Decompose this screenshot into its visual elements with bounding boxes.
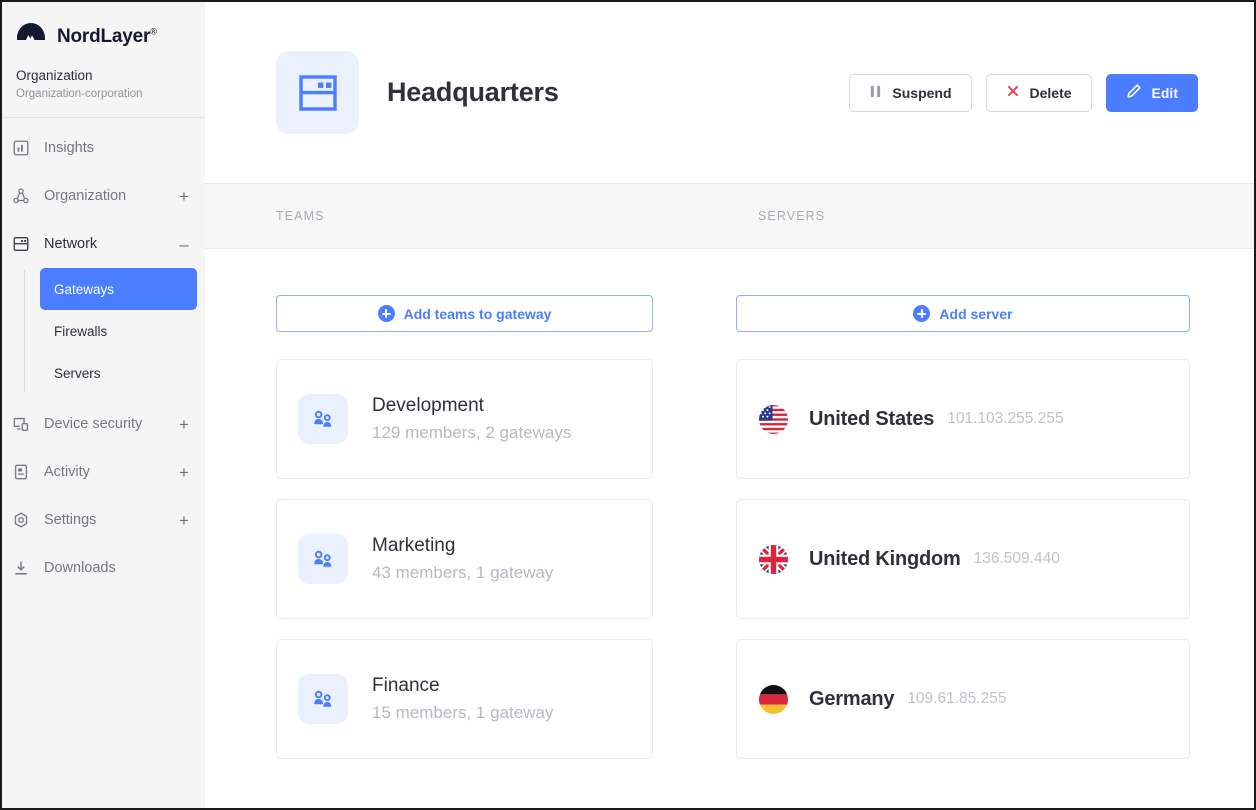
team-name: Marketing (372, 534, 456, 556)
sidebar-toggle[interactable]: + (177, 464, 191, 481)
server-ip: 109.61.85.255 (907, 690, 1007, 707)
teams-column-header: TEAMS (276, 209, 325, 223)
network-submenu: Gateways Firewalls Servers (24, 268, 205, 394)
server-card[interactable]: United Kingdom 136.509.440 (736, 499, 1190, 619)
header-actions: Suspend Delete Edit (849, 73, 1198, 112)
add-server-button[interactable]: Add server (736, 295, 1190, 332)
teams-column: Add teams to gateway Development 129 mem… (205, 295, 687, 808)
edit-button[interactable]: Edit (1105, 73, 1198, 112)
sidebar-toggle[interactable]: – (177, 236, 191, 253)
sidebar-item-network[interactable]: Network – (2, 220, 205, 268)
organization-title: Organization (16, 68, 93, 83)
sidebar-item-firewalls[interactable]: Firewalls (40, 310, 197, 352)
registered-mark: ® (150, 26, 157, 37)
sidebar-item-organization[interactable]: Organization + (2, 172, 205, 220)
add-teams-to-gateway-button[interactable]: Add teams to gateway (276, 295, 653, 332)
sidebar-item-label: Network (44, 236, 98, 252)
settings-gear-icon (11, 510, 31, 530)
sidebar-item-label: Settings (44, 512, 97, 528)
activity-document-icon (11, 462, 31, 482)
plus-circle-icon (913, 305, 931, 322)
sidebar: NordLayer® Organization Organization-cor… (2, 2, 205, 808)
organization-block[interactable]: Organization Organization-corporation (2, 54, 205, 103)
add-server-button-label: Add server (939, 305, 1013, 322)
servers-column-header: SERVERS (758, 209, 826, 223)
team-name: Finance (372, 674, 440, 696)
sidebar-item-gateways[interactable]: Gateways (40, 268, 197, 310)
sidebar-item-servers[interactable]: Servers (40, 352, 197, 394)
content-area: Add teams to gateway Development 129 mem… (205, 249, 1254, 808)
page-header: Headquarters Suspend Delete Edit (205, 2, 1254, 184)
team-people-icon (298, 534, 348, 584)
sidebar-toggle[interactable]: + (177, 512, 191, 529)
sidebar-subitem-label: Servers (54, 365, 101, 381)
team-card-text: Finance 15 members, 1 gateway (372, 673, 553, 726)
server-name: Germany (809, 687, 895, 710)
server-ip: 136.509.440 (973, 550, 1060, 567)
servers-column: Add server United States 101.103.255.255… (687, 295, 1254, 808)
column-header-band: TEAMS SERVERS (205, 184, 1254, 249)
flag-germany-icon (758, 684, 789, 715)
downloads-arrow-icon (11, 558, 31, 578)
team-card-text: Development 129 members, 2 gateways (372, 393, 571, 446)
team-meta: 15 members, 1 gateway (372, 702, 554, 722)
sidebar-item-label: Activity (44, 464, 90, 480)
sidebar-item-label: Downloads (44, 560, 116, 576)
team-meta: 43 members, 1 gateway (372, 562, 554, 582)
sidebar-toggle[interactable]: + (177, 188, 191, 205)
team-people-icon (298, 674, 348, 724)
team-card-text: Marketing 43 members, 1 gateway (372, 533, 553, 586)
pencil-icon (1126, 83, 1142, 102)
insights-chart-icon (11, 138, 31, 158)
flag-united-kingdom-icon (758, 544, 789, 575)
sidebar-nav: Insights Organization + Network – Gatewa… (2, 118, 205, 592)
delete-button[interactable]: Delete (985, 73, 1092, 112)
brand-header[interactable]: NordLayer® (2, 2, 205, 54)
team-card[interactable]: Finance 15 members, 1 gateway (276, 639, 653, 759)
device-security-icon (11, 414, 31, 434)
edit-button-label: Edit (1151, 84, 1178, 101)
sidebar-item-insights[interactable]: Insights (2, 124, 205, 172)
team-people-icon (298, 394, 348, 444)
brand-name: NordLayer® (57, 26, 157, 47)
organization-nodes-icon (11, 186, 31, 206)
page-title: Headquarters (387, 77, 559, 107)
sidebar-toggle[interactable]: + (177, 416, 191, 433)
team-meta: 129 members, 2 gateways (372, 422, 572, 442)
sidebar-item-label: Device security (44, 416, 143, 432)
pause-icon (869, 84, 882, 102)
add-teams-button-label: Add teams to gateway (403, 305, 552, 322)
close-x-icon (1006, 84, 1020, 101)
sidebar-item-label: Organization (44, 188, 127, 204)
suspend-button[interactable]: Suspend (849, 73, 972, 112)
server-card[interactable]: Germany 109.61.85.255 (736, 639, 1190, 759)
sidebar-subitem-label: Gateways (54, 281, 115, 297)
sidebar-item-label: Insights (44, 140, 94, 156)
delete-button-label: Delete (1029, 84, 1072, 101)
sidebar-item-device-security[interactable]: Device security + (2, 400, 205, 448)
team-card[interactable]: Development 129 members, 2 gateways (276, 359, 653, 479)
server-name: United States (809, 407, 935, 430)
nordlayer-mountain-logo-icon (14, 20, 48, 54)
app-window: NordLayer® Organization Organization-cor… (0, 0, 1256, 810)
plus-circle-icon (377, 305, 395, 322)
main-content: Headquarters Suspend Delete Edit TEAMS S… (205, 2, 1254, 808)
organization-subtitle: Organization-corporation (16, 88, 143, 100)
network-server-icon (11, 234, 31, 254)
sidebar-item-settings[interactable]: Settings + (2, 496, 205, 544)
server-card[interactable]: United States 101.103.255.255 (736, 359, 1190, 479)
team-card[interactable]: Marketing 43 members, 1 gateway (276, 499, 653, 619)
suspend-button-label: Suspend (892, 84, 952, 101)
sidebar-item-activity[interactable]: Activity + (2, 448, 205, 496)
team-name: Development (372, 394, 484, 416)
gateway-rack-icon (276, 51, 359, 134)
server-ip: 101.103.255.255 (947, 410, 1064, 427)
sidebar-item-downloads[interactable]: Downloads (2, 544, 205, 592)
server-name: United Kingdom (809, 547, 961, 570)
sidebar-subitem-label: Firewalls (54, 323, 108, 339)
flag-united-states-icon (758, 404, 789, 435)
